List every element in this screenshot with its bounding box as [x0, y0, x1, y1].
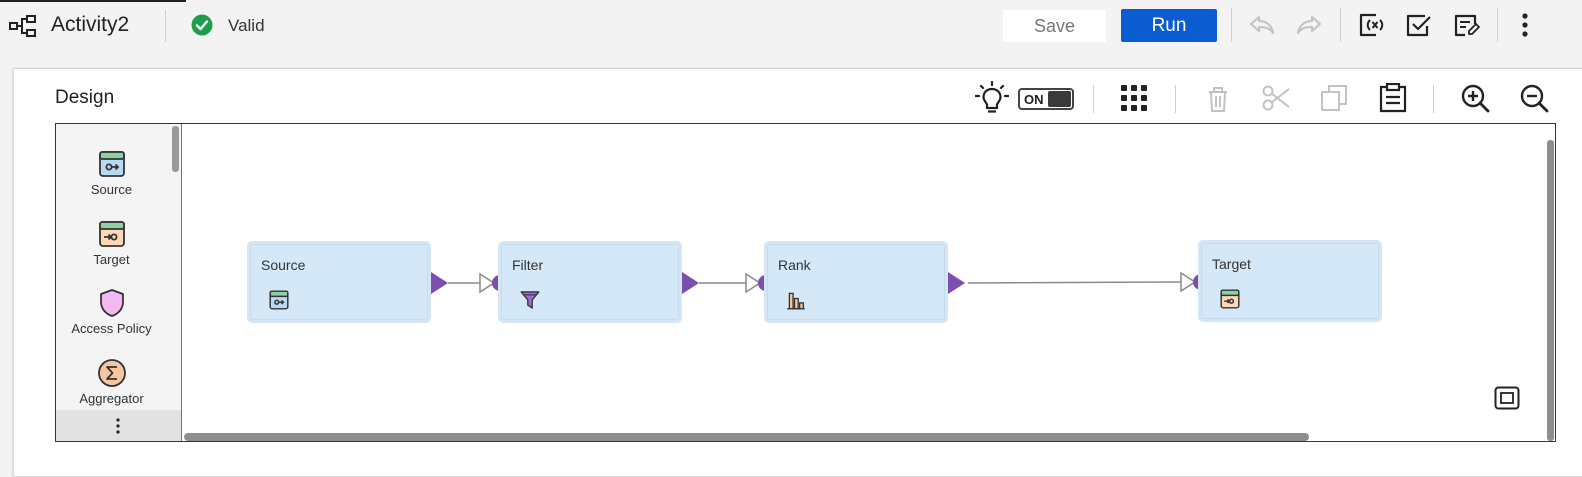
- palette-item-source[interactable]: Source: [56, 149, 167, 197]
- node-rank[interactable]: Rank: [764, 241, 948, 323]
- node-filter[interactable]: Filter: [498, 241, 682, 323]
- divider: [1340, 8, 1341, 42]
- palette-item-label: Access Policy: [71, 321, 152, 336]
- redo-icon[interactable]: [1294, 10, 1324, 40]
- node-title: Target: [1212, 256, 1251, 272]
- output-port: [431, 272, 448, 294]
- palette-item-label: Target: [93, 252, 130, 267]
- zoom-out-icon[interactable]: [1519, 83, 1549, 113]
- more-vertical-icon[interactable]: [1510, 10, 1540, 40]
- zoom-in-icon[interactable]: [1460, 83, 1490, 113]
- input-arrow: [479, 272, 496, 294]
- toggle-label: ON: [1024, 92, 1044, 107]
- palette-more-button[interactable]: [56, 410, 181, 441]
- cut-icon[interactable]: [1261, 83, 1291, 113]
- properties-icon[interactable]: [1451, 10, 1481, 40]
- divider: [1231, 8, 1232, 42]
- more-vertical-icon: [116, 418, 120, 434]
- status-label: Valid: [228, 16, 265, 35]
- recommendations-toggle[interactable]: ON: [1018, 88, 1074, 110]
- link-rank-target: [967, 281, 1183, 284]
- transformation-palette: Source Target Access Policy Aggregator: [56, 124, 182, 441]
- palette-item-aggregator[interactable]: Aggregator: [56, 358, 167, 406]
- copy-icon[interactable]: [1320, 84, 1348, 112]
- output-port: [682, 272, 699, 294]
- node-target[interactable]: Target: [1198, 240, 1382, 322]
- canvas-vertical-scrollbar[interactable]: [1547, 140, 1554, 441]
- palette-item-access-policy[interactable]: Access Policy: [56, 288, 167, 336]
- shield-icon: [99, 289, 124, 317]
- top-bar: Activity2 Valid Save Run: [0, 0, 1582, 52]
- arrange-grid-icon[interactable]: [1120, 84, 1148, 112]
- toggle-knob: [1048, 91, 1071, 107]
- divider: [1093, 85, 1094, 113]
- node-title: Rank: [778, 257, 811, 273]
- canvas-area[interactable]: Source Filter Rank Target: [182, 124, 1555, 441]
- node-source[interactable]: Source: [247, 241, 431, 323]
- source-icon: [98, 151, 125, 177]
- divider: [1497, 8, 1498, 42]
- active-tab-indicator: [0, 0, 186, 2]
- palette-item-label: Aggregator: [79, 391, 144, 406]
- rank-chart-icon: [787, 292, 805, 310]
- palette-item-target[interactable]: Target: [56, 219, 167, 267]
- undo-icon[interactable]: [1247, 10, 1277, 40]
- input-arrow: [1180, 271, 1197, 293]
- divider: [1433, 85, 1434, 113]
- page-title: Activity2: [51, 13, 130, 36]
- source-icon: [269, 290, 289, 310]
- validate-icon[interactable]: [1403, 10, 1433, 40]
- run-button[interactable]: Run: [1121, 9, 1217, 42]
- save-button[interactable]: Save: [1003, 10, 1106, 42]
- target-icon: [98, 221, 125, 247]
- design-panel: Design ON Source Target Access Policy Ag…: [13, 68, 1582, 477]
- sigma-icon: [97, 359, 126, 387]
- valid-check-icon: [191, 14, 213, 36]
- target-icon: [1220, 289, 1240, 309]
- lightbulb-icon[interactable]: [975, 81, 1009, 115]
- node-title: Source: [261, 257, 306, 273]
- paste-icon[interactable]: [1378, 83, 1408, 113]
- palette-scrollbar[interactable]: [172, 126, 179, 172]
- fit-to-screen-icon[interactable]: [1494, 385, 1520, 411]
- panel-title: Design: [55, 87, 115, 108]
- output-port: [948, 272, 965, 294]
- mapping-canvas: Source Target Access Policy Aggregator S…: [55, 123, 1556, 442]
- canvas-horizontal-scrollbar[interactable]: [184, 433, 1309, 441]
- divider: [165, 10, 166, 42]
- mapping-icon: [9, 15, 36, 37]
- node-title: Filter: [512, 257, 544, 273]
- palette-item-label: Source: [90, 182, 133, 197]
- input-arrow: [745, 272, 762, 294]
- funnel-icon: [520, 291, 540, 309]
- parameters-icon[interactable]: [1356, 10, 1386, 40]
- divider: [1175, 85, 1176, 113]
- delete-icon[interactable]: [1204, 84, 1232, 114]
